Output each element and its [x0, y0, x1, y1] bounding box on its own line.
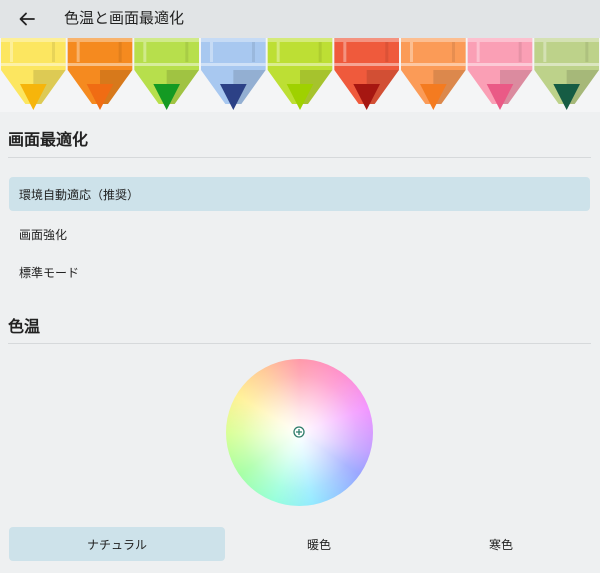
option-label: 環境自動適応（推奨）	[19, 187, 140, 202]
option-enhance[interactable]: 画面強化	[9, 217, 590, 251]
crayon	[534, 38, 599, 110]
display-settings-screen: 色温と画面最適化 画面最適化 環境自動適応（推奨） 画面強化 標準モード 色温 …	[0, 0, 600, 573]
page-title: 色温と画面最適化	[64, 9, 185, 27]
section-title-optimization: 画面最適化	[8, 130, 89, 149]
option-label: 標準モード	[19, 265, 80, 280]
crayon-illustration	[1, 38, 599, 110]
back-button[interactable]	[14, 7, 40, 31]
crayon	[67, 38, 133, 110]
mode-label: ナチュラル	[86, 537, 147, 552]
mode-cool-button[interactable]: 寒色	[393, 527, 600, 561]
option-standard[interactable]: 標準モード	[9, 255, 590, 289]
crayon-banner	[0, 38, 600, 112]
top-bar: 色温と画面最適化	[0, 0, 600, 38]
back-arrow-icon	[19, 12, 35, 26]
crayon	[1, 38, 66, 110]
mode-label: 寒色	[488, 537, 513, 552]
divider	[8, 343, 591, 344]
plus-circle-icon[interactable]	[293, 426, 305, 438]
divider	[8, 157, 591, 158]
color-wheel[interactable]	[226, 359, 373, 506]
crayon	[401, 38, 466, 110]
option-auto-adapt[interactable]: 環境自動適応（推奨）	[9, 177, 590, 211]
crayon	[267, 38, 333, 110]
mode-natural-button[interactable]: ナチュラル	[9, 527, 225, 561]
crayon	[201, 38, 266, 110]
option-label: 画面強化	[19, 227, 68, 242]
crayon	[334, 38, 399, 110]
crayon	[467, 38, 533, 110]
mode-label: 暖色	[306, 537, 331, 552]
crayon	[134, 38, 199, 110]
section-title-color-temp: 色温	[8, 317, 41, 336]
